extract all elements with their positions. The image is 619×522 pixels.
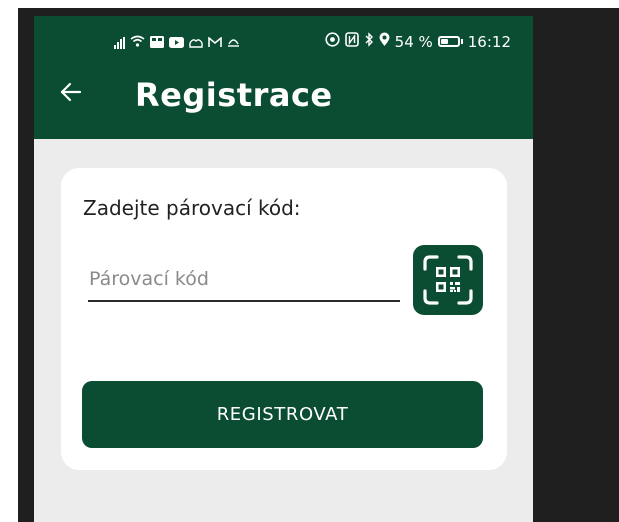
page-title: Registrace	[135, 76, 333, 114]
signal-icon	[114, 37, 125, 49]
pairing-code-prompt: Zadejte párovací kód:	[83, 196, 301, 220]
battery-percent: 54 %	[394, 32, 433, 51]
screenshot-frame: 54 % 16:12 Registrace Zadejte párovací k…	[0, 0, 619, 522]
window-border-left	[18, 8, 34, 522]
register-button[interactable]: REGISTROVAT	[82, 381, 483, 448]
qr-scan-button[interactable]	[413, 245, 483, 315]
registration-card: Zadejte párovací kód: Párovací kód REGIS…	[61, 168, 507, 470]
youtube-icon	[169, 34, 184, 52]
app-bar: 54 % 16:12 Registrace	[34, 16, 533, 139]
status-right-icons: 54 % 16:12	[325, 32, 511, 51]
window-border-top	[18, 8, 619, 16]
register-button-label: REGISTROVAT	[216, 404, 349, 425]
phone-screen: 54 % 16:12 Registrace Zadejte párovací k…	[34, 16, 533, 522]
wifi-icon	[130, 35, 145, 52]
battery-fill	[440, 39, 449, 44]
sync-icon	[227, 34, 240, 52]
qr-scan-icon	[413, 255, 483, 319]
arrow-left-icon[interactable]	[60, 82, 82, 102]
location-icon	[379, 32, 390, 51]
gmail-icon	[208, 34, 222, 52]
bluetooth-icon	[364, 32, 374, 51]
battery-icon	[437, 36, 463, 47]
app-icon	[189, 34, 203, 52]
pairing-code-input[interactable]	[88, 264, 401, 294]
status-bar: 54 % 16:12	[34, 32, 533, 56]
window-border-right	[533, 8, 619, 522]
vpn-icon	[325, 32, 340, 51]
notification-icon	[150, 34, 164, 52]
nfc-icon	[344, 32, 359, 51]
pairing-code-field[interactable]	[88, 264, 401, 302]
clock: 16:12	[467, 32, 511, 51]
status-left-icons	[114, 34, 240, 52]
